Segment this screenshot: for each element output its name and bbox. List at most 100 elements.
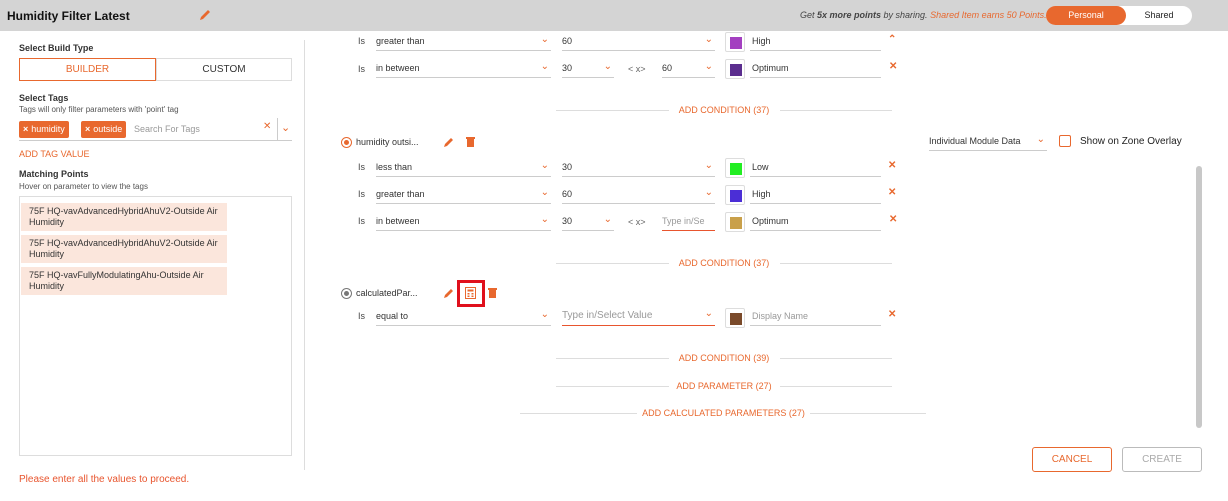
chevron-down-icon: ⌄	[704, 61, 713, 72]
trash-icon[interactable]	[465, 136, 476, 151]
add-condition-link[interactable]: ADD CONDITION (37)	[672, 258, 776, 268]
trash-icon[interactable]	[487, 287, 498, 302]
color-swatch	[730, 163, 742, 175]
row-is-label: Is	[358, 311, 366, 321]
display-name-field[interactable]: High	[750, 36, 881, 51]
display-name-field[interactable]: Display Name	[750, 311, 881, 326]
close-icon[interactable]: ×	[23, 124, 28, 134]
value-input[interactable]: Type in/Select Value ⌄	[562, 308, 715, 326]
display-name-field[interactable]: Low	[750, 162, 881, 177]
chevron-down-icon: ⌄	[540, 309, 549, 320]
color-swatch	[730, 37, 742, 49]
color-picker[interactable]	[725, 59, 745, 79]
matching-points-hint: Hover on parameter to view the tags	[19, 182, 148, 191]
tags-underline	[19, 140, 292, 141]
personal-shared-toggle[interactable]: Personal Shared	[1046, 6, 1192, 25]
operator-select[interactable]: less than ⌄	[376, 160, 551, 177]
value-select[interactable]: 60 ⌄	[562, 34, 715, 51]
tag-chip-humidity[interactable]: × humidity	[19, 121, 69, 138]
color-picker[interactable]	[725, 212, 745, 232]
build-type-label: Select Build Type	[19, 43, 94, 53]
add-condition-link[interactable]: ADD CONDITION (39)	[672, 353, 776, 363]
close-icon[interactable]: ✕	[889, 214, 897, 225]
zone-overlay-checkbox[interactable]	[1059, 135, 1071, 147]
display-name-field[interactable]: High	[750, 189, 881, 204]
toggle-personal[interactable]: Personal	[1046, 6, 1126, 25]
display-name-field[interactable]: Optimum	[750, 216, 881, 231]
pencil-icon[interactable]	[198, 8, 212, 25]
panel-divider	[304, 40, 305, 470]
min-value-select[interactable]: 30 ⌄	[562, 61, 614, 78]
add-condition-link[interactable]: ADD CONDITION (37)	[672, 105, 776, 115]
chevron-down-icon: ⌄	[540, 214, 549, 225]
pencil-icon[interactable]	[443, 287, 455, 302]
between-symbol: < x>	[628, 217, 646, 227]
operator-select[interactable]: in between ⌄	[376, 214, 551, 231]
min-value-select[interactable]: 30 ⌄	[562, 214, 614, 231]
list-item[interactable]: 75F HQ-vavAdvancedHybridAhuV2-Outside Ai…	[21, 235, 227, 263]
divider-line	[556, 386, 669, 387]
create-button[interactable]: CREATE	[1122, 447, 1202, 472]
close-icon[interactable]: ✕	[889, 61, 897, 72]
color-picker[interactable]	[725, 32, 745, 52]
chevron-down-icon: ⌄	[603, 214, 612, 225]
header-bar: Humidity Filter Latest Get 5x more point…	[0, 0, 1228, 31]
max-value-input[interactable]: Type in/Se	[662, 216, 715, 231]
chevron-down-icon: ⌄	[540, 187, 549, 198]
divider-line	[520, 413, 637, 414]
tag-chip-outside[interactable]: × outside	[81, 121, 127, 138]
divider-line	[780, 263, 892, 264]
operator-select[interactable]: in between ⌄	[376, 61, 551, 78]
tags-label: Select Tags	[19, 93, 69, 103]
divider-line	[780, 110, 892, 111]
chevron-down-icon: ⌄	[603, 61, 612, 72]
parameter-radio[interactable]	[341, 137, 352, 148]
chevron-down-icon: ⌄	[704, 308, 713, 319]
between-symbol: < x>	[628, 64, 646, 74]
operator-select[interactable]: greater than ⌄	[376, 34, 551, 51]
clear-tags-icon[interactable]: ✕	[263, 121, 271, 132]
tags-divider	[277, 118, 278, 140]
close-icon[interactable]: ✕	[888, 160, 896, 171]
color-swatch	[730, 190, 742, 202]
page-title: Humidity Filter Latest	[7, 9, 130, 23]
add-tag-value-link[interactable]: ADD TAG VALUE	[19, 149, 90, 159]
list-item[interactable]: 75F HQ-vavAdvancedHybridAhuV2-Outside Ai…	[21, 203, 227, 231]
value-select[interactable]: 30 ⌄	[562, 160, 715, 177]
builder-button[interactable]: BUILDER	[19, 58, 156, 81]
close-icon[interactable]: ×	[85, 124, 90, 134]
parameter-radio[interactable]	[341, 288, 352, 299]
custom-button[interactable]: CUSTOM	[156, 58, 292, 81]
chevron-down-icon: ⌄	[704, 160, 713, 171]
close-icon[interactable]: ✕	[888, 187, 896, 198]
operator-select[interactable]: equal to ⌄	[376, 309, 551, 326]
pencil-icon[interactable]	[443, 136, 455, 151]
cancel-button[interactable]: CANCEL	[1032, 447, 1112, 472]
add-calculated-parameters-link[interactable]: ADD CALCULATED PARAMETERS (27)	[637, 408, 810, 418]
chevron-down-icon: ⌄	[540, 160, 549, 171]
chevron-down-icon[interactable]: ⌄	[281, 121, 290, 134]
tag-search-input[interactable]: Search For Tags	[134, 124, 200, 134]
divider-line	[556, 110, 669, 111]
color-picker[interactable]	[725, 308, 745, 328]
color-picker[interactable]	[725, 158, 745, 178]
parameter-name: calculatedPar...	[356, 288, 418, 298]
value-select[interactable]: 60 ⌄	[562, 187, 715, 204]
chevron-up-icon[interactable]: ⌃	[888, 34, 896, 45]
list-item[interactable]: 75F HQ-vavFullyModulatingAhu-Outside Air…	[21, 267, 227, 295]
divider-line	[810, 413, 926, 414]
color-swatch	[730, 313, 742, 325]
add-parameter-link[interactable]: ADD PARAMETER (27)	[672, 381, 776, 391]
color-picker[interactable]	[725, 185, 745, 205]
row-is-label: Is	[358, 189, 366, 199]
parameter-name: humidity outsi...	[356, 137, 419, 147]
max-value-select[interactable]: 60 ⌄	[662, 61, 715, 78]
scrollbar[interactable]	[1196, 166, 1202, 428]
close-icon[interactable]: ✕	[888, 309, 896, 320]
chevron-down-icon: ⌄	[704, 34, 713, 45]
display-name-field[interactable]: Optimum	[750, 63, 881, 78]
matching-points-list: 75F HQ-vavAdvancedHybridAhuV2-Outside Ai…	[19, 196, 292, 456]
operator-select[interactable]: greater than ⌄	[376, 187, 551, 204]
module-data-select[interactable]: Individual Module Data ⌄	[929, 134, 1047, 151]
toggle-shared[interactable]: Shared	[1126, 6, 1192, 25]
